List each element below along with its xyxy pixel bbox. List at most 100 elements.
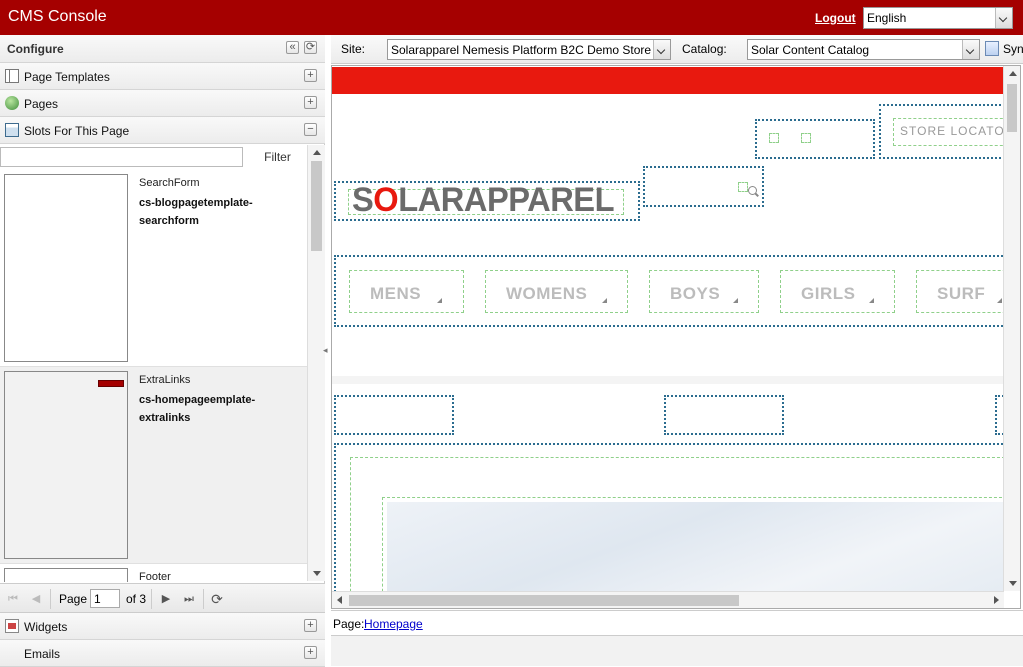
next-page-icon[interactable]: ▶	[159, 592, 173, 606]
slot-list-scrollbar[interactable]	[307, 145, 325, 581]
nav-label: WOMENS	[506, 284, 588, 303]
collapse-left-icon[interactable]: «	[286, 41, 299, 54]
section-emails[interactable]: Emails +	[0, 640, 325, 667]
expand-icon[interactable]: +	[304, 69, 317, 82]
slot-name: SearchForm	[139, 177, 200, 189]
slot-id: cs-homepageemplate-extralinks	[139, 394, 256, 424]
nav-label: GIRLS	[801, 284, 856, 303]
filter-input[interactable]	[0, 147, 243, 167]
nav-label: MENS	[370, 284, 422, 303]
divider	[332, 376, 1004, 384]
site-logo: SOLARAPPAREL	[352, 181, 615, 219]
scroll-left-icon[interactable]	[337, 596, 342, 604]
slot-thumbnail	[4, 371, 128, 559]
refresh-icon[interactable]: ⟳	[210, 592, 224, 606]
globe-icon	[5, 96, 19, 110]
section-label: Slots For This Page	[24, 124, 130, 138]
panel-collapse-handle[interactable]: ◂	[323, 345, 328, 355]
scroll-down-icon[interactable]	[313, 571, 321, 576]
search-icon[interactable]	[748, 186, 757, 195]
section-pages[interactable]: Pages +	[0, 90, 325, 117]
page-number-input[interactable]: 1	[90, 589, 120, 608]
store-locator-link[interactable]: STORE LOCATOR	[900, 124, 1004, 138]
component-outline[interactable]	[738, 182, 748, 192]
first-page-icon[interactable]: ⏮	[6, 592, 20, 606]
chevron-down-icon[interactable]	[653, 40, 670, 59]
nav-item-womens[interactable]: WOMENS	[485, 270, 628, 313]
scroll-up-icon[interactable]	[1009, 71, 1017, 76]
expand-icon[interactable]: +	[304, 619, 317, 632]
scroll-right-icon[interactable]	[994, 596, 999, 604]
app-title: CMS Console	[8, 8, 107, 25]
collapse-icon[interactable]: −	[304, 123, 317, 136]
divider	[50, 589, 51, 609]
template-icon	[5, 69, 19, 83]
language-select[interactable]: English	[863, 7, 1013, 29]
nav-label: SURF	[937, 284, 986, 303]
slot-outline[interactable]	[334, 395, 454, 435]
top-bar: CMS Console Logout English	[0, 0, 1023, 35]
scroll-thumb[interactable]	[311, 161, 322, 251]
expand-icon[interactable]: +	[304, 96, 317, 109]
prev-page-icon[interactable]: ◀	[29, 592, 43, 606]
pager: ⏮ ◀ Page 1 of 3 ▶ ⏭ ⟳	[0, 583, 325, 613]
preview-canvas: STORE LOCATOR SOLARAPPAREL MENS WOMENS B…	[332, 66, 1004, 591]
section-label: Page Templates	[24, 70, 110, 84]
sync-icon[interactable]	[985, 41, 999, 56]
section-widgets[interactable]: Widgets +	[0, 613, 325, 640]
nav-label: BOYS	[670, 284, 721, 303]
slot-thumbnail	[4, 174, 128, 362]
corner-arrow-icon	[733, 298, 738, 303]
corner-arrow-icon	[602, 298, 607, 303]
page-label: Page:	[333, 617, 365, 631]
scroll-thumb[interactable]	[1007, 84, 1017, 132]
scroll-up-icon[interactable]	[313, 150, 321, 155]
slot-outline[interactable]	[755, 119, 875, 159]
component-outline[interactable]	[769, 133, 779, 143]
catalog-value: Solar Content Catalog	[751, 43, 870, 57]
section-label: Pages	[24, 97, 59, 111]
site-select[interactable]: Solarapparel Nemesis Platform B2C Demo S…	[387, 39, 671, 60]
refresh-icon[interactable]: ⟳	[304, 41, 317, 54]
nav-item-mens[interactable]: MENS	[349, 270, 464, 313]
configure-title: Configure	[7, 42, 64, 56]
list-item[interactable]: Footer	[0, 564, 307, 582]
component-outline[interactable]	[801, 133, 811, 143]
slot-outline[interactable]	[664, 395, 784, 435]
section-label: Widgets	[24, 620, 68, 634]
divider	[203, 589, 204, 609]
last-page-icon[interactable]: ⏭	[182, 592, 196, 606]
nav-item-surf[interactable]: SURF	[916, 270, 1004, 313]
slots-icon	[5, 123, 19, 137]
catalog-select[interactable]: Solar Content Catalog	[747, 39, 980, 60]
nav-item-boys[interactable]: BOYS	[649, 270, 759, 313]
catalog-label: Catalog:	[682, 42, 727, 56]
filter-button[interactable]: Filter	[250, 148, 305, 166]
expand-icon[interactable]: +	[304, 646, 317, 659]
list-item[interactable]: ExtraLinks cs-homepageemplate-extralinks	[0, 367, 307, 564]
section-slots[interactable]: Slots For This Page −	[0, 117, 325, 144]
chevron-down-icon[interactable]	[962, 40, 979, 59]
configure-panel: Configure « ⟳ Page Templates + Pages + S…	[0, 35, 325, 667]
site-value: Solarapparel Nemesis Platform B2C Demo S…	[391, 43, 652, 57]
slot-name: ExtraLinks	[139, 374, 191, 386]
list-item[interactable]: SearchForm cs-blogpagetemplate-searchfor…	[0, 170, 307, 367]
preview-vertical-scrollbar[interactable]	[1003, 66, 1020, 591]
configure-header: Configure « ⟳	[0, 35, 325, 63]
preview-horizontal-scrollbar[interactable]	[332, 591, 1004, 608]
chevron-down-icon[interactable]	[995, 8, 1012, 28]
page-label: Page	[59, 592, 88, 606]
site-label: Site:	[341, 42, 366, 56]
scroll-down-icon[interactable]	[1009, 581, 1017, 586]
page-total: of 3	[126, 592, 147, 606]
slot-thumbnail	[4, 568, 128, 582]
sync-label[interactable]: Sync	[1003, 42, 1023, 56]
site-toolbar: Site: Solarapparel Nemesis Platform B2C …	[331, 35, 1023, 64]
logout-link[interactable]: Logout	[815, 11, 856, 25]
corner-arrow-icon	[997, 298, 1002, 303]
scroll-thumb[interactable]	[349, 595, 739, 606]
section-page-templates[interactable]: Page Templates +	[0, 63, 325, 90]
homepage-link[interactable]: Homepage	[364, 617, 423, 631]
nav-item-girls[interactable]: GIRLS	[780, 270, 895, 313]
slot-outline[interactable]	[643, 166, 764, 207]
